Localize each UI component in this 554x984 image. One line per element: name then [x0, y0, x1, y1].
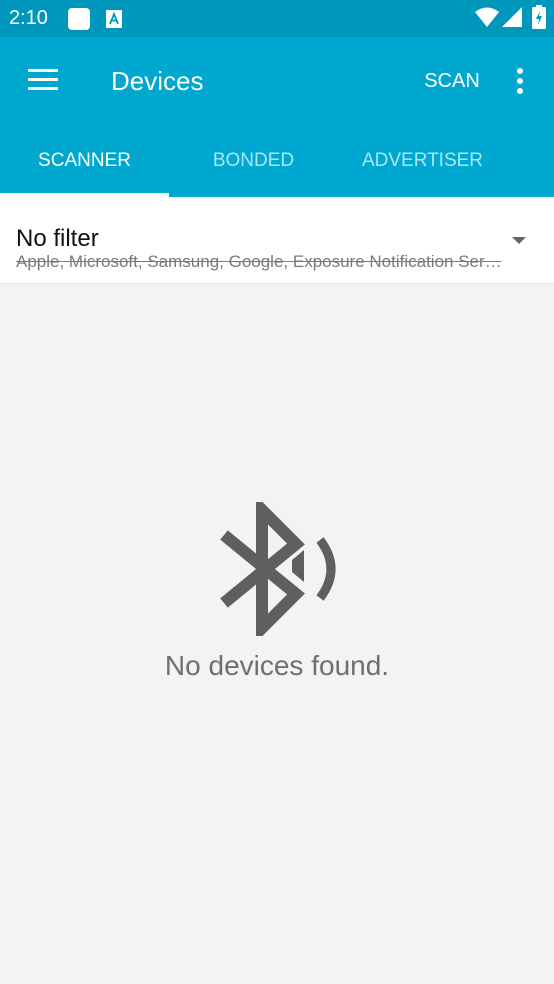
scan-button[interactable]: SCAN: [410, 59, 494, 103]
status-time: 2:10: [9, 7, 48, 29]
hamburger-menu-icon[interactable]: [28, 69, 58, 91]
wifi-icon: [475, 7, 499, 27]
page-title: Devices: [111, 66, 204, 96]
font-a-icon: [106, 10, 122, 28]
tab-bonded[interactable]: BONDED: [169, 124, 338, 197]
app-bar: Devices SCAN: [0, 37, 554, 124]
status-bar: 2:10: [0, 0, 554, 37]
bluetooth-searching-icon: [220, 502, 336, 636]
more-vert-icon[interactable]: [506, 59, 534, 103]
filter-dropdown[interactable]: No filter Apple, Microsoft, Samsung, Goo…: [0, 197, 554, 284]
cell-signal-icon: [502, 7, 522, 27]
tab-bar: SCANNER BONDED ADVERTISER: [0, 124, 554, 197]
dropdown-arrow-icon: [512, 237, 526, 244]
filter-subtitle: Apple, Microsoft, Samsung, Google, Expos…: [16, 252, 502, 271]
tab-advertiser[interactable]: ADVERTISER: [338, 124, 507, 197]
filter-title: No filter: [16, 225, 99, 252]
empty-state-message: No devices found.: [164, 650, 390, 681]
square-app-icon: [68, 8, 90, 30]
battery-icon: [532, 5, 546, 29]
tab-scanner[interactable]: SCANNER: [0, 124, 169, 197]
